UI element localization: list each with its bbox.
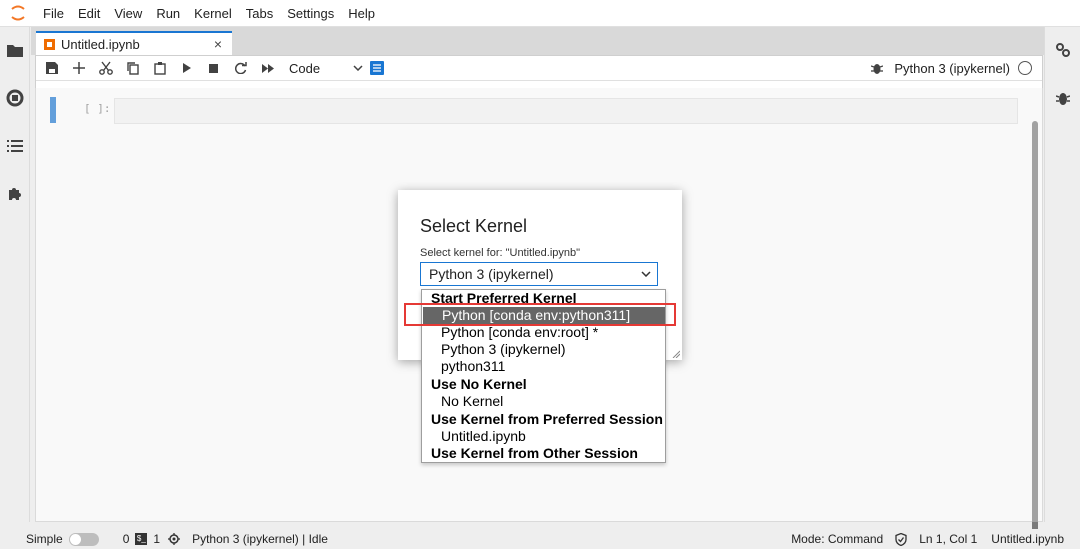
run-icon[interactable] [173, 56, 200, 81]
menu-kernel[interactable]: Kernel [187, 0, 239, 27]
dialog-title: Select Kernel [420, 216, 528, 236]
bug-icon[interactable] [863, 56, 890, 81]
left-sidebar [0, 27, 30, 522]
cursor-position[interactable]: Ln 1, Col 1 [919, 532, 977, 546]
right-sidebar [1044, 27, 1080, 522]
kernel-count: 1 [153, 532, 161, 546]
option-group: Use Kernel from Other Session [431, 445, 638, 461]
shield-icon[interactable] [895, 532, 907, 546]
extension-icon[interactable] [5, 184, 25, 204]
kernel-select-value: Python 3 (ipykernel) [429, 266, 554, 282]
status-filename: Untitled.ipynb [991, 532, 1064, 546]
menu-bar: File Edit View Run Kernel Tabs Settings … [0, 0, 1080, 27]
paste-icon[interactable] [146, 56, 173, 81]
option-item[interactable]: Python [conda env:python311] [423, 307, 665, 324]
option-item[interactable]: No Kernel [422, 393, 665, 410]
menu-edit[interactable]: Edit [71, 0, 107, 27]
cell-type-label: Code [289, 60, 321, 76]
resize-grip-icon[interactable] [672, 350, 680, 358]
simple-mode-label: Simple [26, 532, 63, 546]
kernel-name-button[interactable]: Python 3 (ipykernel) [894, 61, 1010, 76]
toggle-knob [69, 533, 81, 545]
menu-view[interactable]: View [107, 0, 149, 27]
option-item[interactable]: Python 3 (ipykernel) [422, 341, 665, 358]
debugger-icon[interactable] [1053, 88, 1073, 108]
menu-tabs[interactable]: Tabs [239, 0, 280, 27]
command-palette-icon[interactable] [363, 56, 390, 81]
option-item[interactable]: Untitled.ipynb [422, 428, 665, 445]
chevron-down-icon [353, 65, 363, 71]
option-group: Use No Kernel [431, 376, 527, 392]
option-group: Start Preferred Kernel [431, 290, 577, 306]
notebook-toolbar: Code Python 3 (ipykernel) [36, 56, 1042, 81]
copy-icon[interactable] [119, 56, 146, 81]
status-bar: Simple 0 $_ 1 Python 3 (ipykernel) | Idl… [0, 529, 1080, 549]
option-item[interactable]: python311 [422, 358, 665, 375]
kernel-idle-icon [1018, 61, 1032, 75]
dialog-label: Select kernel for: "Untitled.ipynb" [420, 247, 581, 259]
simple-mode-toggle[interactable] [68, 532, 99, 546]
stop-icon[interactable] [200, 56, 227, 81]
table-of-contents-icon[interactable] [5, 136, 25, 156]
tab-close-icon[interactable]: × [208, 36, 228, 52]
running-kernels-icon[interactable] [5, 88, 25, 108]
tab-untitled-notebook[interactable]: Untitled.ipynb × [36, 31, 232, 55]
jupyter-logo-icon [0, 0, 36, 27]
mode-indicator: Mode: Command [791, 532, 884, 546]
kernel-status-text[interactable]: Python 3 (ipykernel) | Idle [192, 532, 328, 546]
menu-run[interactable]: Run [149, 0, 187, 27]
terminal-icon: $_ [135, 533, 148, 545]
menu-file[interactable]: File [36, 0, 71, 27]
kernel-activity-icon [168, 533, 181, 545]
kernel-options-list: Start Preferred Kernel Python [conda env… [421, 289, 666, 463]
tab-label: Untitled.ipynb [61, 36, 140, 52]
property-inspector-icon[interactable] [1053, 40, 1073, 60]
add-cell-icon[interactable] [65, 56, 92, 81]
cell-type-select[interactable]: Code [281, 56, 363, 81]
tab-bar: Untitled.ipynb × [31, 27, 1044, 55]
option-item[interactable]: Python [conda env:root] * [422, 324, 665, 341]
folder-icon[interactable] [5, 40, 25, 60]
kernel-select[interactable]: Python 3 (ipykernel) [420, 262, 658, 286]
menu-help[interactable]: Help [341, 0, 382, 27]
save-icon[interactable] [38, 56, 65, 81]
fast-forward-icon[interactable] [254, 56, 281, 81]
cut-icon[interactable] [92, 56, 119, 81]
restart-icon[interactable] [227, 56, 254, 81]
notebook-icon [44, 38, 55, 50]
menu-settings[interactable]: Settings [280, 0, 341, 27]
terminal-count: 0 [122, 532, 130, 546]
chevron-down-icon [635, 268, 657, 280]
option-group: Use Kernel from Preferred Session [431, 411, 663, 427]
